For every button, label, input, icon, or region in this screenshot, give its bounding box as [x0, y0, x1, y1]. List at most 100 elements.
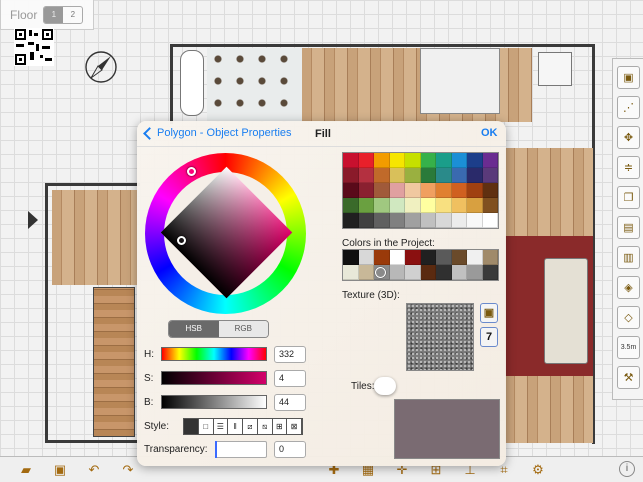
redo-icon[interactable]: ↷ [120, 462, 136, 478]
texture-icon[interactable]: ▣ [617, 66, 640, 89]
save-icon[interactable]: ▣ [52, 462, 68, 478]
color-swatch[interactable] [482, 153, 498, 168]
color-swatch[interactable] [389, 198, 405, 213]
measure-icon[interactable]: 3.5m [617, 336, 640, 359]
color-swatch[interactable] [389, 213, 405, 228]
style-vertical[interactable]: ‖ [228, 419, 243, 434]
color-swatch[interactable] [451, 153, 467, 168]
objects-icon[interactable]: ❐ [617, 186, 640, 209]
style-diagonal[interactable]: ⧄ [243, 419, 258, 434]
color-swatch[interactable] [405, 250, 421, 265]
color-swatch[interactable] [467, 198, 483, 213]
color-swatch[interactable] [436, 250, 452, 265]
floor-1-button[interactable]: 1 [44, 6, 64, 23]
undo-icon[interactable]: ↶ [86, 462, 102, 478]
lock-icon[interactable]: ▤ [617, 216, 640, 239]
lock-open-icon[interactable]: ▥ [617, 246, 640, 269]
color-swatch[interactable] [467, 265, 483, 280]
expand-left-icon[interactable] [28, 211, 38, 229]
style-grid[interactable]: ⊞ [272, 419, 288, 434]
color-swatch[interactable] [374, 213, 390, 228]
color-swatch[interactable] [420, 168, 436, 183]
color-swatch[interactable] [405, 213, 421, 228]
color-swatch[interactable] [358, 153, 374, 168]
color-swatch[interactable] [467, 183, 483, 198]
color-swatch[interactable] [436, 265, 452, 280]
color-swatch[interactable] [451, 198, 467, 213]
color-swatch[interactable] [343, 198, 359, 213]
saturation-slider[interactable] [161, 371, 267, 385]
color-swatch[interactable] [358, 168, 374, 183]
color-swatch[interactable] [420, 183, 436, 198]
move-icon[interactable]: ✥ [617, 126, 640, 149]
color-swatch[interactable] [358, 198, 374, 213]
color-swatch[interactable] [420, 213, 436, 228]
cube-stack-icon[interactable]: ◇ [617, 306, 640, 329]
color-swatch[interactable] [358, 265, 374, 280]
cube-icon[interactable]: ◈ [617, 276, 640, 299]
color-swatch[interactable] [451, 213, 467, 228]
saturation-value-field[interactable]: 4 [274, 370, 306, 387]
color-swatch[interactable] [420, 265, 436, 280]
qr-code-icon[interactable] [14, 28, 54, 66]
color-swatch[interactable] [420, 198, 436, 213]
transparency-slider[interactable] [215, 441, 267, 458]
color-knob[interactable] [177, 236, 186, 245]
color-swatch[interactable] [374, 250, 390, 265]
brightness-slider[interactable] [161, 395, 267, 409]
color-swatch[interactable] [451, 265, 467, 280]
transparency-handle[interactable] [215, 441, 219, 458]
tiles-toggle[interactable] [374, 377, 396, 395]
back-button[interactable]: Polygon - Object Properties [142, 126, 292, 140]
color-swatch[interactable] [451, 183, 467, 198]
color-swatch[interactable] [343, 168, 359, 183]
style-solid[interactable] [184, 419, 199, 434]
color-swatch[interactable] [343, 213, 359, 228]
info-icon[interactable]: i [619, 461, 635, 477]
align-icon[interactable]: ≑ [617, 156, 640, 179]
tab-rgb[interactable]: RGB [218, 321, 268, 337]
color-swatch[interactable] [467, 250, 483, 265]
color-swatch[interactable] [436, 198, 452, 213]
style-cross[interactable]: ⊠ [287, 419, 302, 434]
color-swatch[interactable] [436, 183, 452, 198]
color-swatch[interactable] [467, 153, 483, 168]
color-swatch[interactable] [358, 213, 374, 228]
folder-icon[interactable]: ▰ [18, 462, 34, 478]
color-swatch[interactable] [343, 153, 359, 168]
color-swatch[interactable] [420, 153, 436, 168]
color-swatch[interactable] [482, 213, 498, 228]
color-swatch[interactable] [467, 213, 483, 228]
floor-2-button[interactable]: 2 [63, 7, 82, 23]
texture-pick-button[interactable]: 7 [480, 327, 498, 347]
nodes-icon[interactable]: ⋰ [617, 96, 640, 119]
texture-preview[interactable] [406, 303, 474, 371]
color-swatch[interactable] [436, 153, 452, 168]
transparency-value-field[interactable]: 0 [274, 441, 306, 458]
color-swatch[interactable] [405, 198, 421, 213]
color-swatch[interactable] [451, 168, 467, 183]
color-swatch[interactable] [374, 168, 390, 183]
color-swatch[interactable] [482, 265, 498, 280]
color-swatch[interactable] [389, 183, 405, 198]
color-swatch[interactable] [482, 250, 498, 265]
gear-icon[interactable]: ⚙ [530, 462, 546, 478]
style-horizontal[interactable]: ☰ [213, 419, 229, 434]
color-swatch[interactable] [482, 168, 498, 183]
color-swatch[interactable] [374, 183, 390, 198]
wrench-icon[interactable]: ⚒ [617, 366, 640, 389]
color-swatch[interactable] [389, 265, 405, 280]
hue-slider[interactable] [161, 347, 267, 361]
style-empty[interactable]: □ [198, 419, 214, 434]
color-swatch[interactable] [374, 198, 390, 213]
brightness-value-field[interactable]: 44 [274, 394, 306, 411]
color-swatch[interactable] [374, 153, 390, 168]
color-swatch[interactable] [436, 168, 452, 183]
color-swatch[interactable] [389, 250, 405, 265]
color-swatch[interactable] [343, 265, 359, 280]
texture-library-button[interactable]: ▣ [480, 303, 498, 323]
color-swatch[interactable] [405, 183, 421, 198]
color-swatch[interactable] [343, 183, 359, 198]
color-swatch[interactable] [467, 168, 483, 183]
hue-value-field[interactable]: 332 [274, 346, 306, 363]
